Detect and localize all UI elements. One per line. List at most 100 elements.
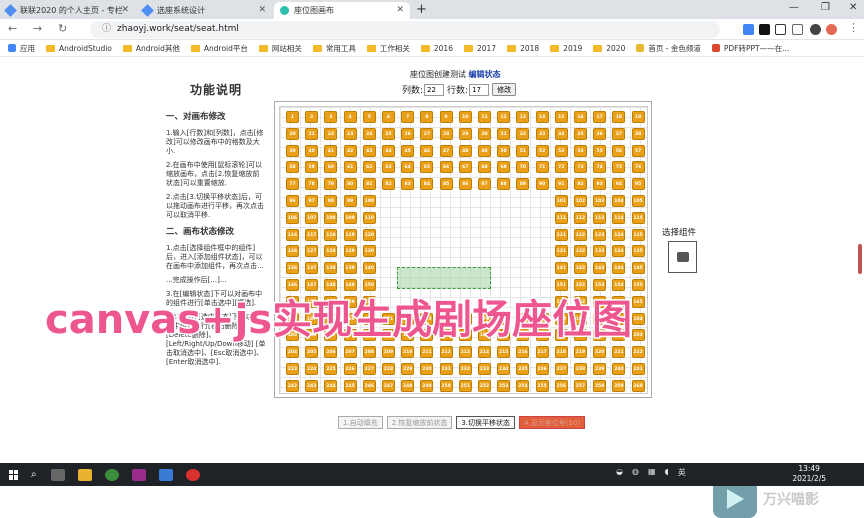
- seat[interactable]: 211: [420, 346, 434, 359]
- seat[interactable]: 105: [631, 195, 645, 207]
- seat[interactable]: 89: [516, 178, 530, 191]
- file-explorer-icon[interactable]: [77, 468, 92, 481]
- new-tab-button[interactable]: +: [416, 2, 427, 17]
- seat[interactable]: 239: [593, 363, 607, 375]
- close-icon[interactable]: ✕: [258, 5, 266, 15]
- seat[interactable]: 243: [305, 379, 319, 392]
- seat[interactable]: 244: [324, 379, 338, 392]
- seat[interactable]: 126: [286, 245, 299, 258]
- seat[interactable]: 120: [362, 228, 376, 241]
- seat[interactable]: 86: [458, 178, 472, 191]
- seat[interactable]: 81: [362, 178, 376, 191]
- seat[interactable]: 22: [324, 127, 338, 140]
- seat[interactable]: 27: [420, 127, 434, 140]
- seat[interactable]: 80: [343, 178, 357, 191]
- seat[interactable]: 216: [516, 346, 530, 359]
- back-icon[interactable]: ←: [8, 22, 17, 35]
- seat[interactable]: 260: [631, 379, 645, 392]
- seat[interactable]: 258: [593, 379, 607, 392]
- seat[interactable]: 100: [362, 195, 376, 207]
- seat[interactable]: 84: [420, 178, 434, 191]
- seat[interactable]: 23: [343, 127, 357, 140]
- seat[interactable]: 49: [478, 144, 491, 157]
- bookmark-item[interactable]: 工作相关: [366, 43, 410, 54]
- screenshot-icon[interactable]: [775, 24, 786, 35]
- seat[interactable]: 72: [554, 161, 568, 174]
- seat[interactable]: 207: [343, 346, 357, 359]
- seat[interactable]: 57: [631, 144, 645, 157]
- seat[interactable]: 204: [286, 346, 299, 359]
- seat[interactable]: 63: [382, 161, 395, 174]
- seat[interactable]: 2: [305, 111, 319, 123]
- seat[interactable]: 232: [458, 363, 472, 375]
- seat[interactable]: 222: [631, 346, 645, 359]
- seat[interactable]: 140: [362, 262, 376, 275]
- seat[interactable]: 93: [593, 178, 607, 191]
- seat[interactable]: 218: [554, 346, 568, 359]
- seat[interactable]: 45: [401, 144, 415, 157]
- seat[interactable]: 106: [286, 211, 299, 224]
- seat[interactable]: 36: [593, 127, 607, 140]
- seat[interactable]: 219: [574, 346, 587, 359]
- tiktok-icon[interactable]: [759, 24, 770, 35]
- seat[interactable]: 138: [324, 262, 338, 275]
- extension-icon[interactable]: [743, 24, 754, 35]
- seat[interactable]: 17: [593, 111, 607, 123]
- seat[interactable]: 29: [458, 127, 472, 140]
- seat[interactable]: 75: [612, 161, 626, 174]
- seat[interactable]: 8: [420, 111, 434, 123]
- seat[interactable]: 116: [286, 228, 299, 241]
- seat[interactable]: 122: [574, 228, 587, 241]
- seat[interactable]: 215: [497, 346, 511, 359]
- seat-component[interactable]: [668, 241, 697, 273]
- seat[interactable]: 3: [324, 111, 338, 123]
- seat[interactable]: 42: [343, 144, 357, 157]
- seat[interactable]: 104: [612, 195, 626, 207]
- seat[interactable]: 15: [554, 111, 568, 123]
- seat[interactable]: 107: [305, 211, 319, 224]
- seat[interactable]: 62: [362, 161, 376, 174]
- seat[interactable]: 69: [497, 161, 511, 174]
- seat[interactable]: 227: [362, 363, 376, 375]
- seat[interactable]: 241: [631, 363, 645, 375]
- tab-profile[interactable]: 联联2020 的个人主页 - 专栏 ✕: [0, 2, 135, 19]
- volume-icon[interactable]: ◖: [665, 467, 669, 478]
- seat[interactable]: 53: [554, 144, 568, 157]
- task-view-icon[interactable]: [50, 468, 65, 481]
- seat[interactable]: 119: [343, 228, 357, 241]
- seat[interactable]: 87: [478, 178, 491, 191]
- seat[interactable]: 245: [343, 379, 357, 392]
- seat[interactable]: 50: [497, 144, 511, 157]
- seat[interactable]: 213: [458, 346, 472, 359]
- input-method-icon[interactable]: 英: [678, 467, 686, 478]
- seat[interactable]: 66: [439, 161, 453, 174]
- seat[interactable]: 205: [305, 346, 319, 359]
- seat[interactable]: 32: [516, 127, 530, 140]
- seat[interactable]: 242: [286, 379, 299, 392]
- bookmark-item[interactable]: 网站相关: [258, 43, 302, 54]
- seat[interactable]: 94: [612, 178, 626, 191]
- seat[interactable]: 16: [574, 111, 587, 123]
- seat[interactable]: 101: [554, 195, 568, 207]
- seat[interactable]: 76: [631, 161, 645, 174]
- seat[interactable]: 112: [574, 211, 587, 224]
- seat[interactable]: 61: [343, 161, 357, 174]
- seat[interactable]: 74: [593, 161, 607, 174]
- seat[interactable]: 18: [612, 111, 626, 123]
- address-bar[interactable]: ⓘ zhaoyj.work/seat/seat.html: [90, 21, 720, 38]
- bookmark-item[interactable]: 首页 - 金色频道: [636, 43, 701, 54]
- ide-icon[interactable]: [131, 468, 146, 481]
- seat[interactable]: 30: [478, 127, 491, 140]
- bookmark-item[interactable]: 常用工具: [312, 43, 356, 54]
- seat[interactable]: 5: [362, 111, 376, 123]
- seat[interactable]: 143: [593, 262, 607, 275]
- network-icon[interactable]: ▦: [648, 467, 656, 478]
- seat[interactable]: 85: [439, 178, 453, 191]
- seat[interactable]: 19: [631, 111, 645, 123]
- seat[interactable]: 235: [516, 363, 530, 375]
- seat[interactable]: 71: [535, 161, 549, 174]
- seat[interactable]: 136: [286, 262, 299, 275]
- seat[interactable]: 228: [382, 363, 395, 375]
- seat[interactable]: 21: [305, 127, 319, 140]
- seat[interactable]: 46: [420, 144, 434, 157]
